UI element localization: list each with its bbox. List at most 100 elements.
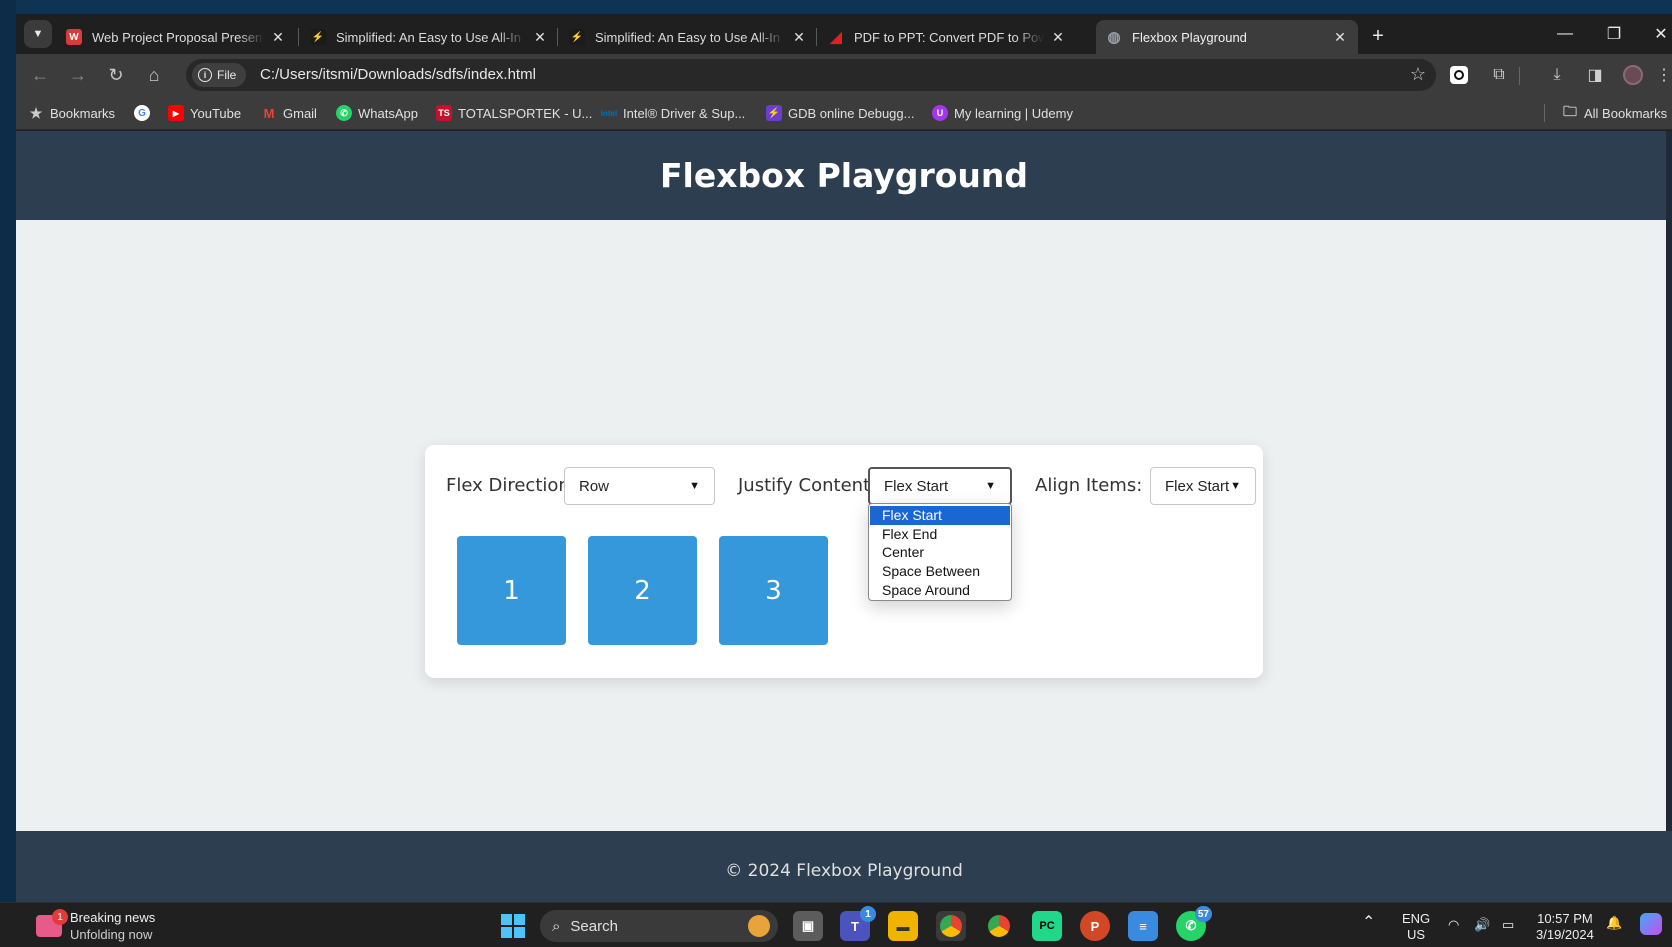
- notification-bell-icon[interactable]: 🔔: [1606, 915, 1622, 931]
- simplified-favicon-icon: ⚡: [310, 29, 326, 45]
- teams-badge: 1: [860, 906, 876, 922]
- site-info-chip[interactable]: i File: [192, 63, 247, 87]
- arrow-right-icon: →: [69, 64, 87, 85]
- align-items-label: Align Items:: [1035, 475, 1143, 496]
- flex-direction-label: Flex Direction:: [446, 475, 576, 496]
- chevron-down-icon: ▼: [1230, 480, 1241, 492]
- ts-icon: TS: [436, 105, 452, 121]
- bookmark-gmail[interactable]: M Gmail: [261, 104, 317, 122]
- extensions-puzzle-icon[interactable]: ⧉: [1487, 63, 1511, 87]
- scrollbar[interactable]: [1666, 131, 1672, 831]
- browser-window: ▼ W Web Project Proposal Presentat ✕ ⚡ S…: [16, 14, 1672, 902]
- close-icon: ✕: [1654, 26, 1668, 43]
- side-panel-icon[interactable]: ◨: [1583, 63, 1607, 87]
- language-indicator[interactable]: ENG US: [1402, 911, 1430, 943]
- chrome-icon[interactable]: [936, 911, 966, 941]
- chevron-up-icon[interactable]: ⌃: [1362, 915, 1375, 931]
- tab-search-button[interactable]: ▼: [24, 20, 52, 48]
- gdb-icon: ⚡: [766, 105, 782, 121]
- playground-panel: Flex Direction: Row ▼ Justify Content: F…: [425, 445, 1263, 678]
- news-title: Breaking news: [70, 910, 156, 925]
- chrome-profile-icon[interactable]: [984, 911, 1014, 941]
- bookmark-whatsapp[interactable]: ✆ WhatsApp: [336, 104, 418, 122]
- taskbar-search[interactable]: ⌕ Search: [540, 910, 778, 942]
- wifi-icon[interactable]: ◠: [1448, 917, 1459, 933]
- tab-pdf-to-ppt[interactable]: ◢ PDF to PPT: Convert PDF to Pow ✕: [818, 20, 1076, 54]
- menu-kebab-icon[interactable]: ⋮: [1652, 63, 1672, 87]
- browser-toolbar: ← → ↻ ⌂ i File C:/Users/itsmi/Downloads/…: [16, 54, 1672, 96]
- globe-icon: ◍: [1107, 29, 1121, 46]
- minimize-icon: —: [1557, 25, 1573, 42]
- star-icon: ★: [29, 104, 43, 121]
- restore-icon: ❐: [1606, 26, 1622, 43]
- new-tab-button[interactable]: +: [1364, 22, 1392, 50]
- justify-content-select[interactable]: Flex Start ▼: [868, 467, 1012, 505]
- news-widget[interactable]: 1 Breaking news Unfolding now: [36, 909, 155, 943]
- search-icon: ⌕: [552, 917, 561, 935]
- volume-icon[interactable]: 🔊: [1474, 917, 1490, 933]
- bookmark-star-icon[interactable]: ☆: [1410, 64, 1426, 85]
- tab-flexbox-playground[interactable]: ◍ Flexbox Playground ✕: [1096, 20, 1358, 54]
- powerpoint-icon[interactable]: P: [1080, 911, 1110, 941]
- udemy-icon: U: [932, 105, 948, 121]
- tab-simplified-1[interactable]: ⚡ Simplified: An Easy to Use All-In ✕: [300, 20, 558, 54]
- close-tab-icon[interactable]: ✕: [532, 29, 548, 46]
- option-flex-start[interactable]: Flex Start: [870, 506, 1010, 525]
- forward-button[interactable]: →: [64, 61, 92, 89]
- extension-o-icon[interactable]: [1447, 63, 1471, 87]
- option-center[interactable]: Center: [870, 543, 1010, 562]
- download-icon[interactable]: ⤓: [1545, 63, 1569, 87]
- minimize-button[interactable]: —: [1542, 20, 1588, 48]
- close-tab-icon[interactable]: ✕: [791, 29, 807, 46]
- tab-simplified-2[interactable]: ⚡ Simplified: An Easy to Use All-In ✕: [559, 20, 817, 54]
- info-icon: i: [198, 68, 212, 82]
- bookmark-gdb[interactable]: ⚡ GDB online Debugg...: [766, 104, 914, 122]
- justify-content-label: Justify Content:: [738, 475, 877, 496]
- bookmark-udemy[interactable]: U My learning | Udemy: [932, 104, 1073, 122]
- page-footer: © 2024 Flexbox Playground: [16, 831, 1672, 902]
- copilot-icon[interactable]: [1640, 913, 1662, 935]
- footer-text: © 2024 Flexbox Playground: [725, 861, 963, 881]
- bookmark-totalsportek[interactable]: TS TOTALSPORTEK - U...: [436, 104, 592, 122]
- page-viewport: Flexbox Playground Flex Direction: Row ▼…: [16, 131, 1672, 902]
- file-explorer-icon[interactable]: ▬: [888, 911, 918, 941]
- bookmark-google[interactable]: G: [134, 104, 150, 122]
- search-highlight-icon: [748, 915, 770, 937]
- all-bookmarks[interactable]: 🗀 All Bookmarks: [1562, 103, 1667, 122]
- address-bar[interactable]: i File C:/Users/itsmi/Downloads/sdfs/ind…: [186, 59, 1436, 91]
- whatsapp-taskbar-icon[interactable]: ✆ 57: [1176, 906, 1212, 941]
- teams-icon[interactable]: T1: [840, 906, 876, 941]
- close-tab-icon[interactable]: ✕: [270, 29, 286, 46]
- start-button[interactable]: [498, 911, 528, 941]
- clock[interactable]: 10:57 PM 3/19/2024: [1536, 911, 1594, 943]
- intel-icon: intel: [600, 108, 618, 118]
- tab-web-project-proposal[interactable]: W Web Project Proposal Presentat ✕: [56, 20, 296, 54]
- page-title: Flexbox Playground: [659, 156, 1029, 195]
- close-tab-icon[interactable]: ✕: [1050, 29, 1066, 46]
- close-window-button[interactable]: ✕: [1638, 20, 1672, 48]
- whatsapp-icon: ✆: [336, 105, 352, 121]
- bookmark-intel[interactable]: intel Intel® Driver & Sup...: [600, 104, 746, 122]
- home-button[interactable]: ⌂: [140, 61, 168, 89]
- close-tab-icon[interactable]: ✕: [1332, 29, 1348, 46]
- back-button[interactable]: ←: [26, 61, 54, 89]
- option-space-between[interactable]: Space Between: [870, 562, 1010, 581]
- flex-direction-select[interactable]: Row ▼: [564, 467, 715, 505]
- option-flex-end[interactable]: Flex End: [870, 525, 1010, 544]
- chevron-down-icon: ▼: [689, 480, 700, 492]
- align-items-select[interactable]: Flex Start ▼: [1150, 467, 1256, 505]
- option-space-around[interactable]: Space Around: [870, 580, 1010, 599]
- news-badge: 1: [52, 909, 68, 925]
- bookmark-bookmarks[interactable]: ★ Bookmarks: [28, 104, 115, 122]
- task-view-icon[interactable]: ▣: [793, 911, 823, 941]
- reload-button[interactable]: ↻: [102, 61, 130, 89]
- battery-icon[interactable]: ▭: [1502, 917, 1514, 933]
- bookmark-youtube[interactable]: ▶ YouTube: [168, 104, 241, 122]
- notepad-icon[interactable]: ≡: [1128, 911, 1158, 941]
- url-text[interactable]: C:/Users/itsmi/Downloads/sdfs/index.html: [260, 66, 536, 83]
- profile-avatar[interactable]: [1621, 63, 1645, 87]
- restore-button[interactable]: ❐: [1591, 20, 1637, 48]
- adobe-favicon-icon: ◢: [830, 29, 842, 46]
- pycharm-icon[interactable]: PC: [1032, 911, 1062, 941]
- chevron-down-icon: ▼: [985, 480, 996, 492]
